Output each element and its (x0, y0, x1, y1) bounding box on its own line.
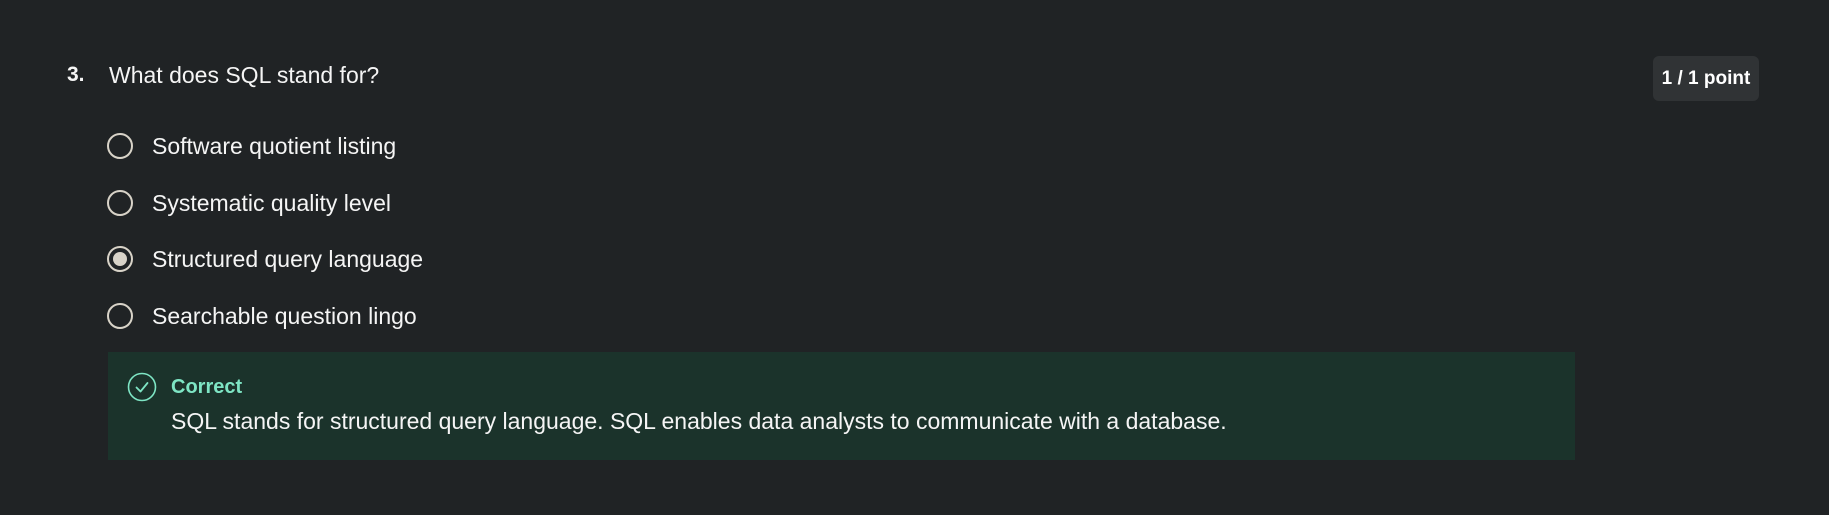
option-systematic-quality-level[interactable]: Systematic quality level (107, 183, 423, 223)
feedback-text: SQL stands for structured query language… (171, 408, 1227, 434)
quiz-question-page: 3. What does SQL stand for? 1 / 1 point … (0, 0, 1829, 515)
radio-button[interactable] (107, 189, 133, 216)
option-label: Searchable question lingo (152, 302, 417, 329)
feedback-panel: Correct SQL stands for structured query … (108, 352, 1575, 460)
question-text: What does SQL stand for? (109, 62, 380, 88)
answer-options: Software quotient listing Systematic qua… (107, 126, 423, 352)
option-label: Software quotient listing (152, 133, 397, 159)
radio-button[interactable] (107, 133, 133, 159)
check-circle-icon (127, 372, 157, 402)
radio-button[interactable] (107, 302, 133, 329)
option-searchable-question-lingo[interactable]: Searchable question lingo (107, 296, 423, 336)
option-label: Systematic quality level (152, 189, 392, 216)
option-software-quotient-listing[interactable]: Software quotient listing (107, 126, 423, 166)
option-label: Structured query language (152, 246, 424, 272)
score-badge: 1 / 1 point (1653, 56, 1759, 101)
question-number: 3. (67, 63, 85, 86)
option-structured-query-language[interactable]: Structured query language (107, 239, 423, 279)
radio-button[interactable] (107, 246, 133, 272)
feedback-title: Correct (171, 376, 243, 398)
